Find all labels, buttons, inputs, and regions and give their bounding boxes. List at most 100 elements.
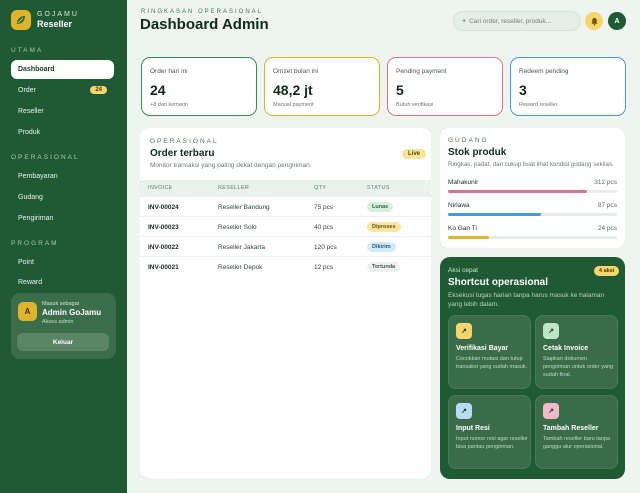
- stat-value: 5: [396, 82, 404, 98]
- search-bar[interactable]: +: [453, 11, 581, 31]
- reseller-cell: Reseller Jakarta: [218, 244, 265, 251]
- stock-panel: GUDANG Stok produk Ringkas, padat, dan c…: [440, 128, 625, 248]
- invoice-cell[interactable]: INV-00023: [148, 224, 179, 231]
- stat-value: 3: [519, 82, 527, 98]
- sidebar: GOJAMU Reseller UTAMA Dashboard Order 24 …: [0, 0, 127, 493]
- tile-title: Verifikasi Bayar: [456, 345, 509, 352]
- invoice-cell[interactable]: INV-00024: [148, 204, 179, 211]
- reseller-cell: Reseller Depok: [218, 264, 263, 271]
- sidebar-item-label: Point: [18, 259, 34, 266]
- status-badge: Lunas: [367, 202, 394, 212]
- table-row[interactable]: INV-00023 Reseller Solo 40 pcs Diproses: [140, 217, 431, 237]
- stock-item-qty: 312 pcs: [594, 179, 617, 186]
- reseller-cell: Reseller Bandung: [218, 204, 270, 211]
- sidebar-item-order[interactable]: Order 24: [11, 81, 114, 100]
- sidebar-item-produk[interactable]: Produk: [11, 123, 114, 142]
- stat-note: Reward reseller: [519, 102, 558, 108]
- live-badge: Live: [402, 149, 427, 159]
- table-row[interactable]: INV-00021 Reseller Depok 12 pcs Tertunda: [140, 257, 431, 277]
- sidebar-item-label: Reseller: [18, 108, 44, 115]
- tile-title: Input Resi: [456, 425, 490, 432]
- sidebar-item-pembayaran[interactable]: Pembayaran: [11, 167, 114, 186]
- stat-card-redeem-pending: Redeem pending 3 Reward reseller: [510, 57, 626, 116]
- stat-value: 24: [150, 82, 166, 98]
- shortcut-title: Shortcut operasional: [448, 277, 549, 288]
- brand-subtitle: Reseller: [37, 19, 73, 29]
- tile-description: Siapkan dokumen pengiriman untuk order y…: [543, 356, 614, 378]
- invoice-cell[interactable]: INV-00022: [148, 244, 179, 251]
- logout-button[interactable]: Keluar: [17, 333, 109, 351]
- stat-label: Pending payment: [396, 68, 447, 75]
- tile-title: Tambah Reseller: [543, 425, 599, 432]
- tile-description: Cocokkan mutasi dan tutup transaksi yang…: [456, 356, 528, 370]
- orders-title: Order terbaru: [150, 148, 215, 159]
- stock-item-name: Nirlawa: [448, 202, 470, 209]
- sidebar-item-label: Gudang: [18, 194, 43, 201]
- shortcut-verifikasi-bayar[interactable]: ↗ Verifikasi Bayar Cocokkan mutasi dan t…: [448, 315, 531, 389]
- stat-label: Omzet bulan ini: [273, 68, 319, 75]
- orders-panel: OPERASIONAL Order terbaru Monitor transa…: [140, 128, 431, 478]
- leaf-logo-icon: [11, 10, 31, 30]
- user-avatar: A: [18, 302, 37, 321]
- shortcut-subtitle: Eksekusi tugas harian tanpa harus masuk …: [448, 292, 605, 308]
- orders-table-header: INVOICE RESELLER QTY STATUS: [140, 180, 431, 197]
- qty-cell: 75 pcs: [314, 204, 334, 211]
- user-role: Akses admin: [42, 319, 74, 325]
- table-row[interactable]: INV-00024 Reseller Bandung 75 pcs Lunas: [140, 197, 431, 217]
- stock-bar-track: [448, 236, 617, 239]
- shortcut-input-resi[interactable]: ↗ Input Resi Input nomor resi agar resel…: [448, 395, 531, 469]
- sidebar-item-point[interactable]: Point: [11, 253, 114, 272]
- page-eyebrow: RINGKASAN OPERASIONAL: [141, 9, 264, 15]
- orders-subtitle: Monitor transaksi yang paling dekat deng…: [150, 162, 312, 169]
- shortcut-cetak-invoice[interactable]: ↗ Cetak Invoice Siapkan dokumen pengirim…: [535, 315, 618, 389]
- arrow-up-right-icon: ↗: [456, 323, 472, 339]
- orders-eyebrow: OPERASIONAL: [150, 138, 219, 145]
- user-name: Admin GoJamu: [42, 308, 102, 317]
- status-badge: Diproses: [367, 222, 401, 232]
- stat-value: 48,2 jt: [273, 82, 313, 98]
- sidebar-item-dashboard[interactable]: Dashboard: [11, 60, 114, 79]
- stock-item-name: Mahakunir: [448, 179, 479, 186]
- stock-item-qty: 87 pcs: [597, 202, 617, 209]
- profile-avatar[interactable]: A: [608, 12, 626, 30]
- stock-bar-fill: [448, 190, 587, 193]
- table-row[interactable]: INV-00022 Reseller Jakarta 120 pcs Dikir…: [140, 237, 431, 257]
- sidebar-item-gudang[interactable]: Gudang: [11, 188, 114, 207]
- stock-item-name: Ko Gan Ti: [448, 225, 477, 232]
- search-input[interactable]: [469, 17, 570, 25]
- invoice-cell[interactable]: INV-00021: [148, 264, 179, 271]
- brand[interactable]: GOJAMU Reseller: [11, 10, 79, 30]
- stat-note: +8 dari kemarin: [150, 102, 189, 108]
- page-title: Dashboard Admin: [140, 16, 269, 33]
- column-header-status: STATUS: [367, 185, 390, 191]
- status-badge: Tertunda: [367, 262, 401, 272]
- shortcut-count-badge: 4 aksi: [594, 266, 620, 276]
- stock-bar-track: [448, 190, 617, 193]
- sidebar-item-reseller[interactable]: Reseller: [11, 102, 114, 121]
- sidebar-item-label: Order: [18, 87, 36, 94]
- shortcut-eyebrow: Aksi cepat: [448, 267, 478, 274]
- stock-item-qty: 24 pcs: [597, 225, 617, 232]
- plus-icon: +: [462, 17, 467, 25]
- arrow-up-right-icon: ↗: [456, 403, 472, 419]
- stat-card-revenue-month: Omzet bulan ini 48,2 jt Manual payment: [264, 57, 380, 116]
- stat-note: Butuh verifikasi: [396, 102, 434, 108]
- status-badge: Dikirim: [367, 242, 396, 252]
- section-label-utama: UTAMA: [11, 47, 44, 54]
- sidebar-item-pengiriman[interactable]: Pengiriman: [11, 209, 114, 228]
- bell-icon[interactable]: [585, 12, 603, 30]
- tile-description: Input nomor resi agar reseller bisa pant…: [456, 436, 528, 450]
- qty-cell: 40 pcs: [314, 224, 334, 231]
- sidebar-item-reward[interactable]: Reward: [11, 274, 114, 286]
- section-label-operasional: OPERASIONAL: [11, 154, 80, 161]
- arrow-up-right-icon: ↗: [543, 403, 559, 419]
- qty-cell: 12 pcs: [314, 264, 334, 271]
- stat-card-pending-payment: Pending payment 5 Butuh verifikasi: [387, 57, 503, 116]
- stat-label: Order hari ini: [150, 68, 188, 75]
- stock-title: Stok produk: [448, 147, 507, 158]
- sidebar-item-label: Reward: [18, 279, 43, 286]
- sidebar-item-label: Pengiriman: [18, 215, 54, 222]
- tile-title: Cetak Invoice: [543, 345, 589, 352]
- stat-label: Redeem pending: [519, 68, 569, 75]
- shortcut-tambah-reseller[interactable]: ↗ Tambah Reseller Tambah reseller baru t…: [535, 395, 618, 469]
